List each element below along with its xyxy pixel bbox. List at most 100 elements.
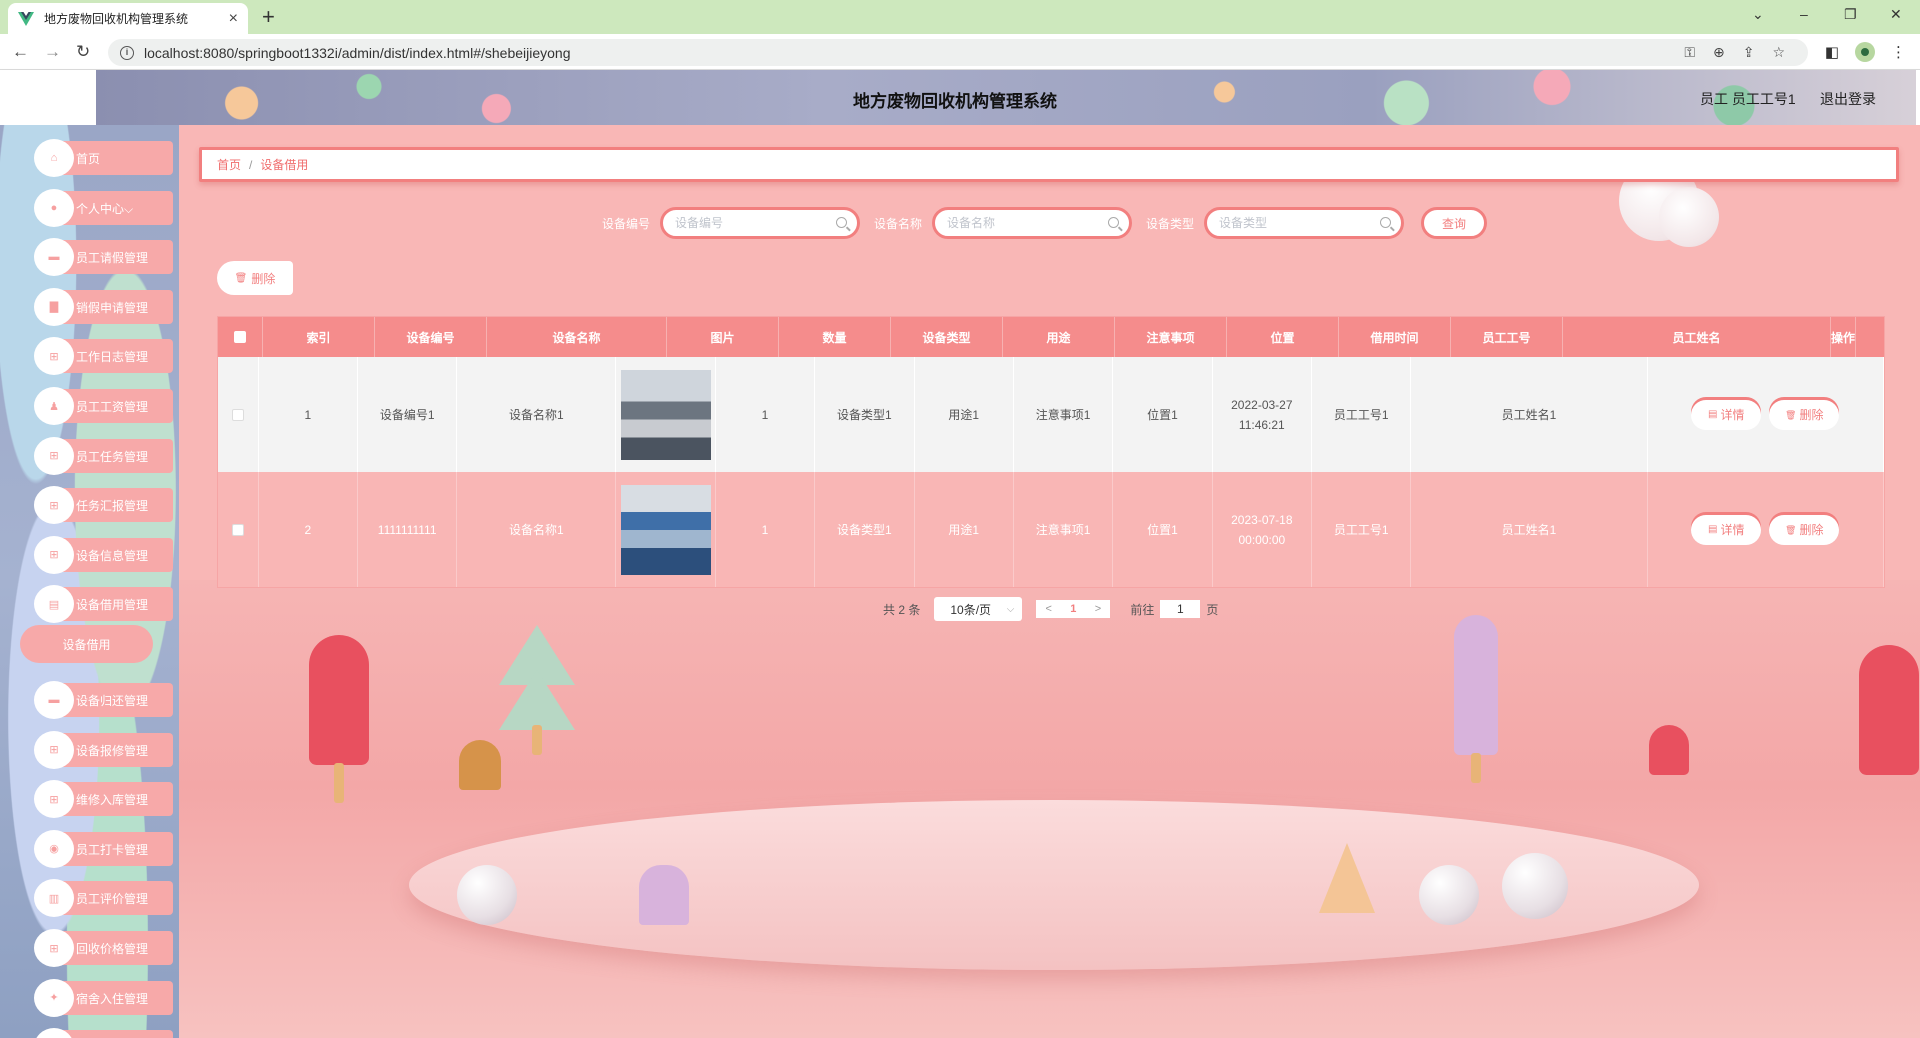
search-box-code[interactable] (660, 207, 861, 239)
reload-icon[interactable]: ↻ (76, 42, 90, 62)
sidepanel-icon[interactable]: ◧ (1825, 43, 1839, 61)
browser-tab[interactable]: 地方废物回收机构管理系统 × (8, 3, 248, 34)
column-header[interactable]: 注意事项 (1115, 317, 1227, 357)
sidebar-item-label: 员工请假管理 (76, 251, 149, 266)
select-all-cell (218, 317, 263, 357)
query-button[interactable]: 查询 (1421, 207, 1487, 239)
sidebar-item[interactable]: ▤ 设备借用管理 (20, 585, 173, 624)
sidebar-item[interactable]: ⊞ 维修入库管理 (20, 780, 173, 819)
prev-page-button[interactable]: < (1046, 603, 1052, 615)
cell-location: 位置1 (1113, 357, 1213, 472)
next-page-button[interactable]: > (1095, 603, 1101, 615)
sidebar-item-label: 宿舍入住管理 (76, 991, 149, 1006)
star-icon: ✦ (49, 992, 59, 1005)
browser-actions: ◧ ⋮ (1825, 42, 1906, 62)
search-box-type[interactable] (1204, 207, 1405, 239)
breadcrumb-home[interactable]: 首页 (217, 156, 241, 173)
detail-button[interactable]: ▤ 详情 (1691, 514, 1762, 545)
search-label-name: 设备名称 (874, 216, 923, 231)
page-size-select[interactable]: 10条/页 ⌵ (934, 597, 1023, 621)
row-select-cell (218, 357, 259, 472)
device-photo[interactable] (620, 369, 711, 460)
new-tab-icon[interactable]: + (262, 4, 275, 30)
device-code-input[interactable] (675, 216, 826, 230)
sidebar-item[interactable]: ⊞ 工作日志管理 (20, 337, 173, 376)
sidebar-item[interactable]: ▬ 设备归还管理 (20, 681, 173, 719)
column-header[interactable]: 员工姓名 (1563, 317, 1831, 357)
column-header[interactable]: 操作 (1831, 317, 1857, 357)
row-delete-button[interactable]: 🗑 删除 (1769, 399, 1840, 430)
actions-cell: ▤ 详情 🗑 删除 (1648, 472, 1884, 587)
device-photo[interactable] (620, 484, 711, 575)
cell-borrow-time: 2023-07-18 00:00:00 (1213, 472, 1313, 587)
row-delete-button[interactable]: 🗑 删除 (1769, 514, 1840, 545)
detail-button[interactable]: ▤ 详情 (1691, 399, 1762, 430)
table-header: 索引 设备编号 设备名称 图片 数量 设备类型 用途 注意事项 位置 借用时间 员工工号 员工姓名 操作 (218, 317, 1884, 357)
profile-avatar[interactable] (1855, 42, 1875, 62)
search-icon (1108, 217, 1120, 228)
select-all-checkbox[interactable] (234, 331, 246, 343)
column-header[interactable]: 设备编号 (375, 317, 487, 357)
batch-delete-button[interactable]: 🗑 删除 (217, 261, 293, 295)
sidebar-item[interactable]: ▥ 员工评价管理 (20, 879, 173, 918)
sidebar-icon-bubble: ⊞ (34, 730, 74, 769)
url-field[interactable]: i localhost:8080/springboot1332i/admin/d… (108, 39, 1808, 66)
sidebar-item-label: 回收价格管理 (76, 942, 149, 956)
sidebar-item[interactable]: ▬ 员工请假管理 (20, 238, 173, 277)
sidebar-item[interactable]: ♟ 员工工资管理 (20, 387, 173, 425)
sidebar-submenu-active[interactable]: 设备借用 (20, 625, 153, 663)
share-icon[interactable]: ⇪ (1743, 44, 1755, 61)
sidebar-item[interactable]: ⊞ 设备报修管理 (20, 730, 173, 769)
column-header[interactable]: 图片 (667, 317, 779, 357)
minimize-icon[interactable]: – (1800, 6, 1808, 22)
page-number-current[interactable]: 1 (1070, 603, 1076, 615)
sidebar-item-label: 设备借用管理 (76, 598, 149, 613)
search-box-name[interactable] (932, 207, 1133, 239)
tab-close-icon[interactable]: × (229, 10, 238, 28)
close-window-icon[interactable]: ✕ (1890, 6, 1902, 23)
site-info-icon[interactable]: i (120, 45, 134, 60)
column-header[interactable]: 索引 (263, 317, 375, 357)
column-header[interactable]: 位置 (1227, 317, 1339, 357)
back-icon[interactable]: ← (12, 42, 29, 62)
column-header[interactable]: 用途 (1003, 317, 1115, 357)
row-checkbox[interactable] (231, 523, 244, 536)
bookmark-star-icon[interactable]: ☆ (1772, 44, 1785, 61)
tab-search-icon[interactable]: ⌄ (1752, 6, 1764, 23)
column-header[interactable]: 数量 (779, 317, 891, 357)
restore-icon[interactable]: ❐ (1844, 6, 1857, 23)
goto-page-input[interactable]: 1 (1160, 600, 1201, 618)
trash-icon: 🗑 (1785, 524, 1797, 535)
forward-icon[interactable]: → (44, 42, 61, 62)
zoom-icon[interactable]: ⊕ (1713, 44, 1725, 61)
sidebar-item-label: 销假申请管理 (76, 300, 149, 315)
column-header[interactable]: 员工工号 (1451, 317, 1563, 357)
sidebar-item[interactable]: ▇ 销假申请管理 (20, 287, 173, 326)
device-name-input[interactable] (947, 216, 1098, 230)
detail-icon: ▤ (1708, 523, 1718, 535)
device-type-input[interactable] (1219, 216, 1370, 230)
column-header[interactable]: 借用时间 (1339, 317, 1451, 357)
row-checkbox[interactable] (231, 408, 244, 421)
menu-kebab-icon[interactable]: ⋮ (1891, 43, 1906, 61)
popsicle-decoration (309, 635, 369, 765)
detail-icon: ▤ (1708, 408, 1718, 420)
sidebar-item[interactable]: ⊞ 任务汇报管理 (20, 486, 173, 525)
sidebar-item[interactable]: ⌂ 首页 (20, 139, 173, 177)
delete-label: 删除 (1799, 407, 1824, 422)
breadcrumb-current: 设备借用 (260, 158, 309, 172)
sidebar-item[interactable]: ✦ 宿舍入住管理 (20, 978, 173, 1017)
sidebar-item[interactable]: ⊞宿舍退出管理 (20, 1028, 173, 1038)
column-header[interactable]: 设备名称 (487, 317, 667, 357)
cell-quantity: 1 (716, 357, 816, 472)
column-header[interactable]: 设备类型 (891, 317, 1003, 357)
sidebar-item[interactable]: ● 个人中心⌵ (20, 188, 173, 227)
key-icon[interactable]: ⚿ (1684, 44, 1695, 61)
sidebar-item[interactable]: ◉ 员工打卡管理 (20, 829, 173, 868)
cloud-decoration (1659, 187, 1719, 247)
logout-link[interactable]: 退出登录 (1820, 89, 1876, 109)
sidebar-item-label: 设备归还管理 (76, 694, 149, 708)
sidebar-item[interactable]: ⊞ 回收价格管理 (20, 929, 173, 967)
sidebar-item[interactable]: ⊞ 设备信息管理 (20, 535, 173, 574)
sidebar-item[interactable]: ⊞ 员工任务管理 (20, 436, 173, 475)
